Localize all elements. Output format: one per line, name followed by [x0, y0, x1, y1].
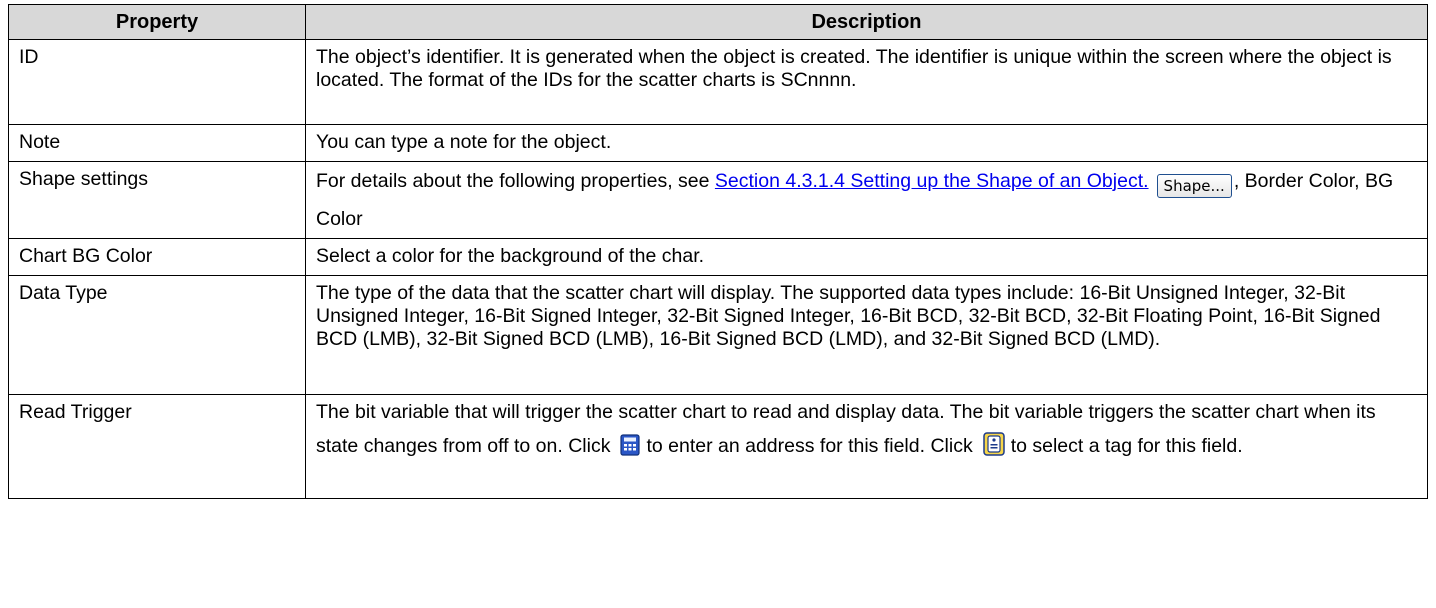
description-prefix: For details about the following properti… — [316, 170, 715, 192]
table-row: Shape settings For details about the fol… — [8, 161, 1428, 239]
table-row: Chart BG Color Select a color for the ba… — [8, 238, 1428, 276]
header-description: Description — [305, 4, 1428, 40]
properties-table: Property Description ID The object’s ide… — [8, 4, 1428, 499]
description-part3: to select a tag for this field. — [1010, 435, 1243, 457]
table-row: Data Type The type of the data that the … — [8, 275, 1428, 395]
table-header-row: Property Description — [8, 4, 1428, 40]
property-cell: ID — [8, 39, 306, 125]
description-cell: The bit variable that will trigger the s… — [305, 394, 1428, 499]
table-row: ID The object’s identifier. It is genera… — [8, 39, 1428, 125]
description-cell: For details about the following properti… — [305, 161, 1428, 239]
calculator-icon[interactable] — [620, 433, 641, 456]
shape-button[interactable]: Shape... — [1156, 174, 1232, 198]
tag-icon[interactable] — [982, 432, 1005, 456]
description-text: You can type a note for the object. — [316, 131, 612, 153]
property-label: Data Type — [19, 282, 108, 304]
property-label: Shape settings — [19, 168, 149, 190]
section-link[interactable]: Section 4.3.1.4 Setting up the Shape of … — [715, 170, 1149, 192]
property-cell: Shape settings — [8, 161, 306, 239]
property-cell: Read Trigger — [8, 394, 306, 499]
description-text: The type of the data that the scatter ch… — [316, 282, 1381, 350]
property-cell: Data Type — [8, 275, 306, 395]
property-label: Chart BG Color — [19, 245, 153, 267]
description-text: Select a color for the background of the… — [316, 245, 705, 267]
table-row: Read Trigger The bit variable that will … — [8, 394, 1428, 499]
property-cell: Note — [8, 124, 306, 162]
header-property: Property — [8, 4, 306, 40]
description-cell: Select a color for the background of the… — [305, 238, 1428, 276]
description-text: The object’s identifier. It is generated… — [316, 46, 1392, 91]
description-cell: The object’s identifier. It is generated… — [305, 39, 1428, 125]
description-text: For details about the following properti… — [316, 156, 1417, 238]
property-label: ID — [19, 46, 39, 68]
description-part2: to enter an address for this field. Clic… — [646, 435, 973, 457]
description-text: The bit variable that will trigger the s… — [316, 389, 1417, 463]
description-cell: The type of the data that the scatter ch… — [305, 275, 1428, 395]
property-label: Note — [19, 131, 61, 153]
property-label: Read Trigger — [19, 401, 132, 423]
property-cell: Chart BG Color — [8, 238, 306, 276]
